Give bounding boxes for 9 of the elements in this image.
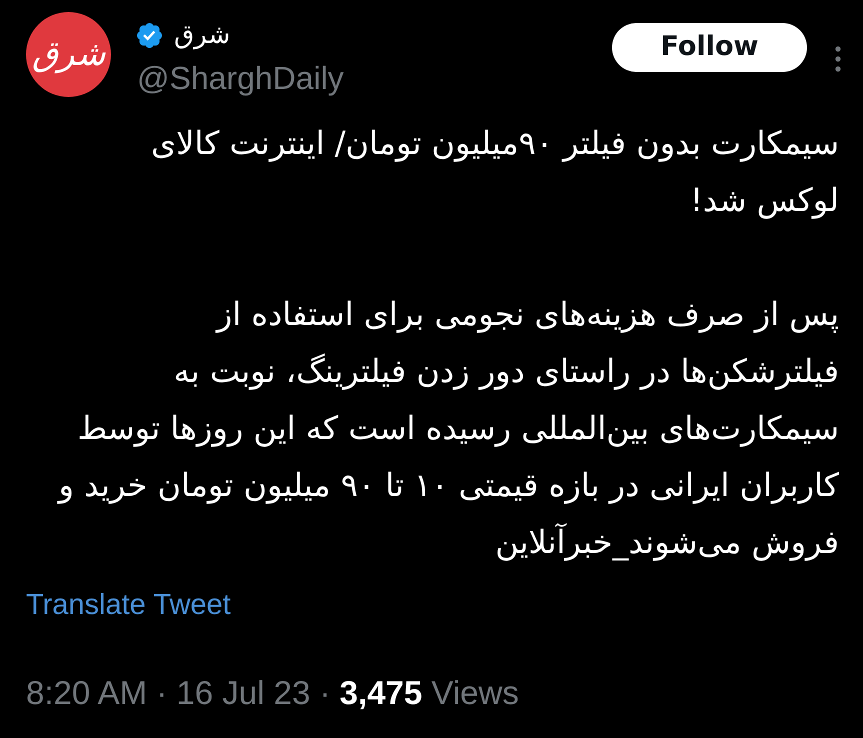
more-options-icon[interactable] [835,46,841,72]
tweet-paragraph: سیمکارت بدون فیلتر ۹۰میلیون تومان/ اینترنت کالای لوکس شد! [151,123,839,221]
tweet-paragraph: پس از صرف هزینه‌های نجومی برای استفاده از فیلترشکن‌ها در راستای دور زدن فیلترینگ، نوبت به سیمکارت‌های بین‌المللی رسیده است که این روزها توسط کاربران ایرانی در بازه قیمتی ۱۰ تا ۹۰ میلیون تومان خرید و فروش می‌شوند_خبرآنلاین [58,294,839,563]
follow-button[interactable]: Follow [612,23,807,72]
translate-tweet-link[interactable]: Translate Tweet [26,587,231,623]
tweet-timestamp-views: 8:20 AM · 16 Jul 23 · 3,475 Views [26,673,519,713]
avatar-logo[interactable]: شرق [26,12,111,97]
display-name: شرق [174,20,230,50]
user-handle: @SharghDaily [137,60,344,96]
